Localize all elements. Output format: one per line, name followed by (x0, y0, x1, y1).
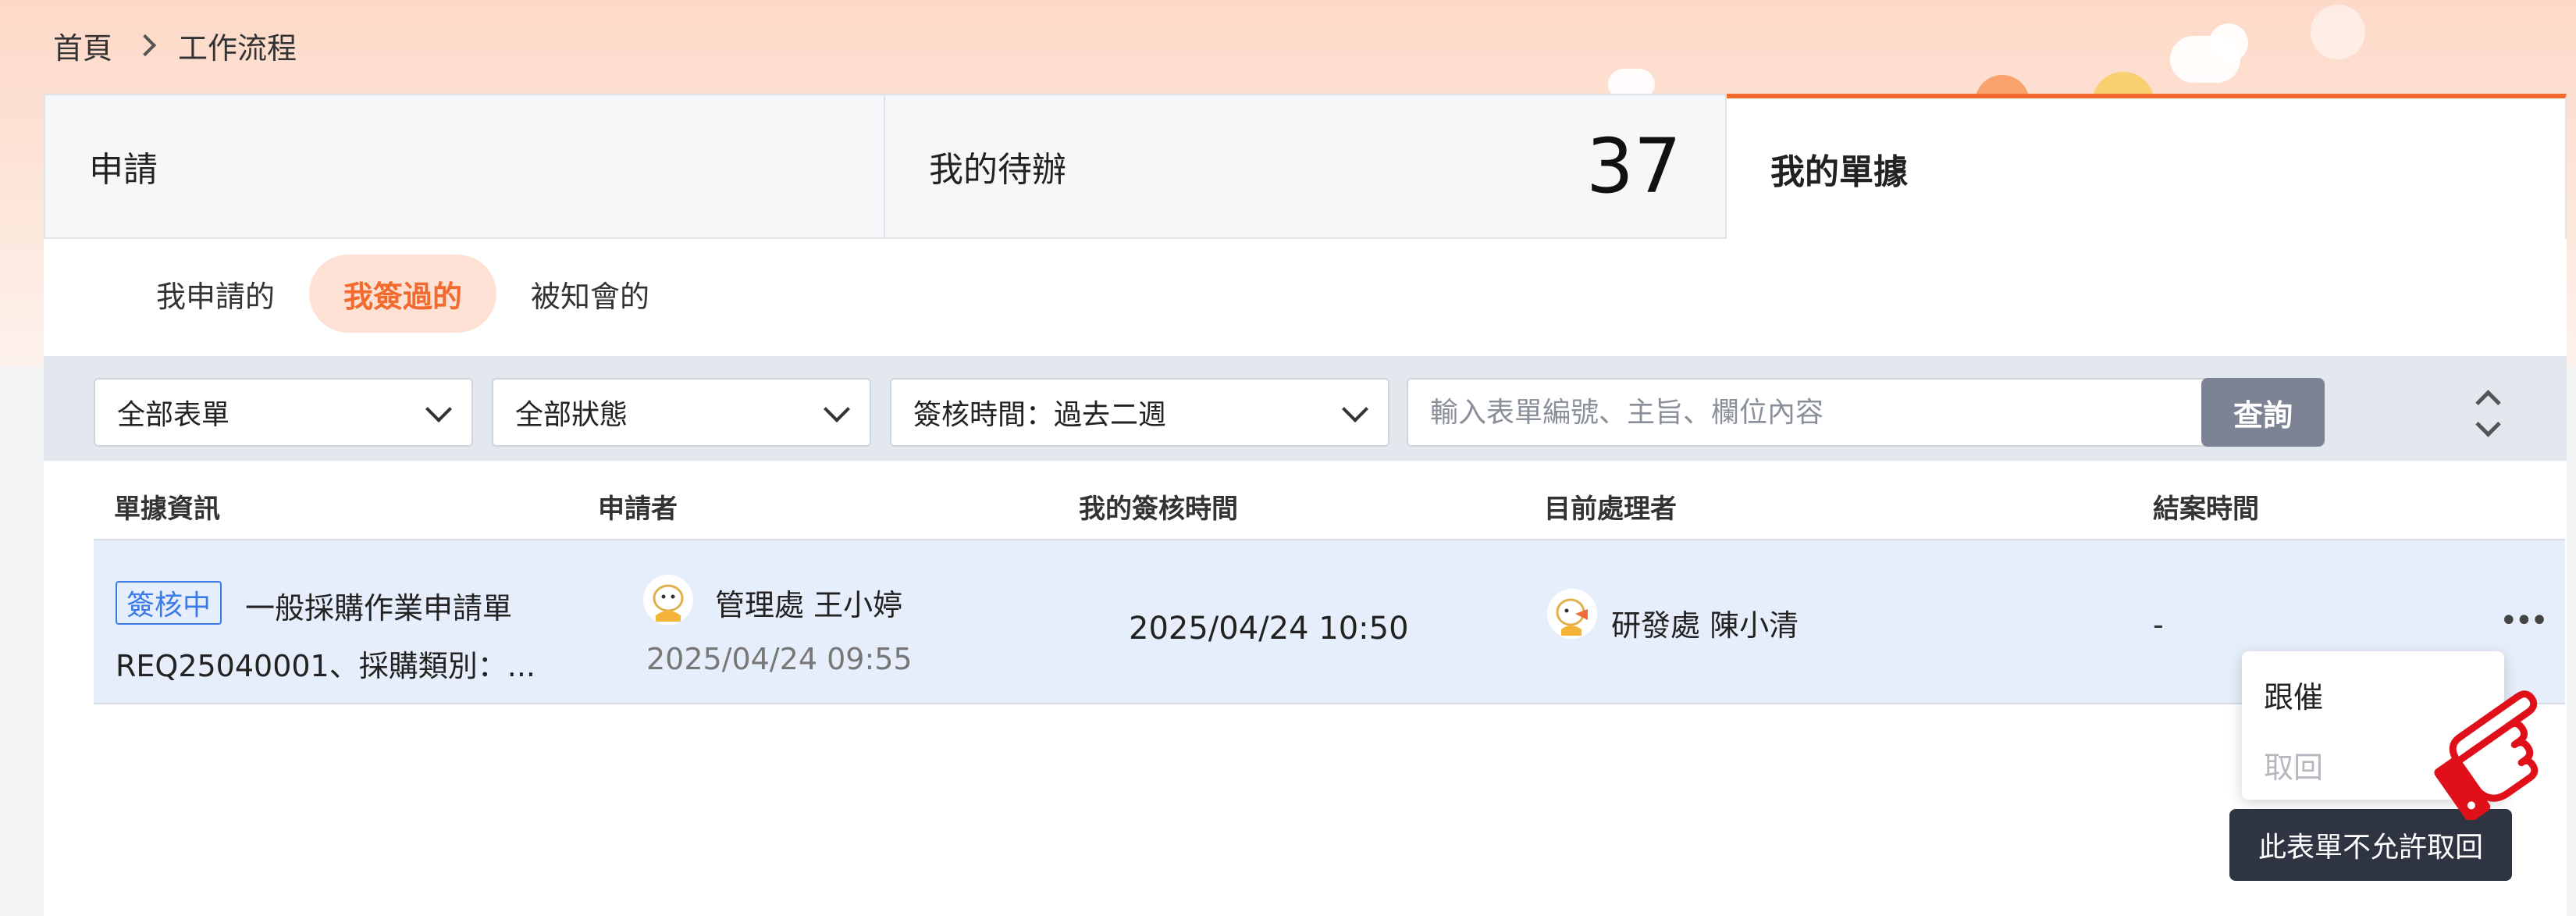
status-select[interactable]: 全部狀態 (492, 378, 871, 447)
my-sign-time: 2025/04/24 10:50 (1129, 611, 1409, 647)
chevron-down-icon (425, 396, 452, 422)
tab-label: 我的待辦 (929, 150, 1066, 190)
todo-count: 37 (1585, 123, 1681, 210)
chevron-down-icon (2475, 412, 2501, 437)
form-type-select[interactable]: 全部表單 (94, 378, 473, 447)
applicant-avatar (643, 575, 693, 625)
chevron-down-icon (1342, 396, 1368, 422)
chevron-right-icon (133, 34, 157, 57)
table-row[interactable]: 簽核中 一般採購作業申請單 REQ25040001、採購類別：... 管理處 王… (94, 539, 2565, 704)
tab-label: 我的單據 (1770, 152, 1908, 192)
sign-time-select[interactable]: 簽核時間：過去二週 (890, 378, 1389, 447)
menu-item-follow-up[interactable]: 跟催 (2264, 673, 2323, 716)
applied-time: 2025/04/24 09:55 (646, 642, 913, 676)
form-detail: REQ25040001、採購類別：... (116, 649, 535, 683)
select-value: 全部狀態 (515, 399, 628, 431)
subtab-my-applied[interactable]: 我申請的 (122, 255, 309, 333)
column-header: 申請者 (598, 494, 678, 525)
select-value: 全部表單 (117, 399, 230, 431)
close-time: - (2153, 608, 2164, 642)
breadcrumb-home[interactable]: 首頁 (53, 24, 112, 67)
more-actions-icon[interactable]: ••• (2500, 603, 2549, 639)
subtab-notified[interactable]: 被知會的 (496, 255, 684, 333)
query-button[interactable]: 查詢 (2201, 378, 2325, 447)
filter-bar: 全部表單 全部狀態 簽核時間：過去二週 查詢 (44, 356, 2567, 461)
breadcrumb: 首頁 工作流程 (53, 23, 297, 67)
tab-label: 申請 (89, 150, 158, 190)
menu-item-retrieve: 取回 (2264, 750, 2324, 785)
subtabs: 我申請的 我簽過的 被知會的 (122, 255, 684, 333)
tab-apply[interactable]: 申請 (44, 94, 885, 239)
subtab-my-signed[interactable]: 我簽過的 (309, 255, 497, 333)
chevron-down-icon (824, 396, 850, 422)
main-card: 申請 我的待辦 37 我的單據 我申請的 我簽過的 被知會的 全部表單 全部狀態… (44, 94, 2567, 916)
main-tabs: 申請 我的待辦 37 我的單據 (44, 94, 2567, 241)
status-badge: 簽核中 (116, 581, 222, 625)
decor-cloud (2311, 5, 2365, 59)
column-header: 單據資訊 (114, 494, 220, 525)
breadcrumb-current: 工作流程 (178, 30, 297, 66)
tab-my-todo[interactable]: 我的待辦 37 (885, 94, 1727, 239)
form-name[interactable]: 一般採購作業申請單 (245, 584, 512, 627)
search-input[interactable] (1407, 378, 2228, 447)
handler-avatar (1547, 589, 1597, 639)
decor-cloud (2209, 23, 2248, 62)
column-header: 我的簽核時間 (1079, 494, 1238, 525)
column-header: 目前處理者 (1544, 494, 1677, 525)
select-value: 簽核時間：過去二週 (913, 399, 1167, 431)
column-header: 結案時間 (2153, 494, 2259, 525)
tab-my-documents[interactable]: 我的單據 (1727, 94, 2567, 239)
current-handler: 研發處 陳小清 (1611, 608, 1799, 643)
expand-collapse-icon[interactable] (2465, 383, 2512, 445)
table-header: 單據資訊 申請者 我的簽核時間 目前處理者 結案時間 (92, 461, 2564, 539)
hand-pointer-icon (2428, 679, 2576, 822)
applicant-name: 管理處 王小婷 (715, 588, 903, 622)
